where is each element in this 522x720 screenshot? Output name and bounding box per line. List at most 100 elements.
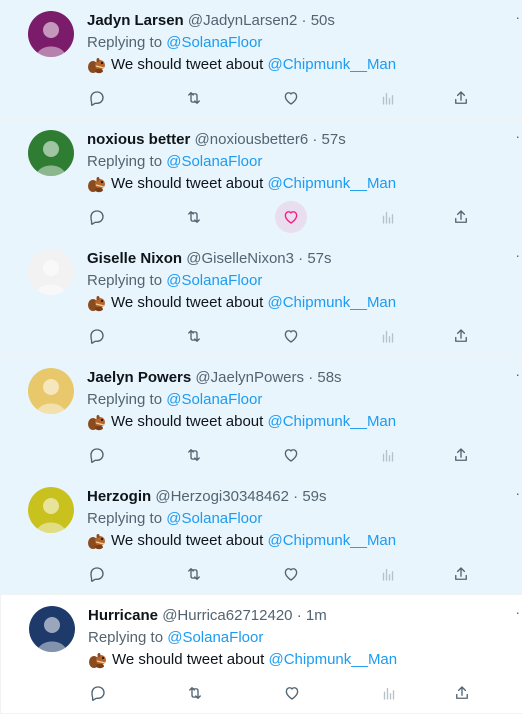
- retweet-button[interactable]: [183, 444, 205, 466]
- tweet-card[interactable]: Jadyn Larsen @JadynLarsen2 · 50s Replyin…: [0, 0, 522, 119]
- views-button[interactable]: [377, 206, 399, 228]
- timestamp[interactable]: 57s: [307, 250, 331, 267]
- share-button[interactable]: [450, 444, 472, 466]
- user-handle[interactable]: @JadynLarsen2: [188, 12, 297, 29]
- share-icon: [455, 91, 467, 104]
- tweet-actions: [86, 563, 471, 585]
- like-button[interactable]: [280, 87, 302, 109]
- replying-to-link[interactable]: @SolanaFloor: [166, 153, 262, 170]
- timestamp[interactable]: 58s: [317, 369, 341, 386]
- replying-to-link[interactable]: @SolanaFloor: [167, 629, 263, 646]
- mention-link[interactable]: @Chipmunk__Man: [268, 292, 397, 314]
- like-button[interactable]: [280, 563, 302, 585]
- avatar[interactable]: [28, 368, 74, 414]
- share-button[interactable]: [450, 563, 472, 585]
- views-chart-icon: [382, 568, 394, 581]
- user-handle[interactable]: @JaelynPowers: [195, 369, 304, 386]
- share-icon: [455, 448, 467, 461]
- separator-dot: ·: [301, 12, 307, 29]
- timestamp[interactable]: 50s: [311, 12, 335, 29]
- user-handle[interactable]: @GiselleNixon3: [186, 250, 294, 267]
- more-icon[interactable]: ·: [515, 367, 520, 381]
- tweet-body-text: We should tweet about: [111, 56, 264, 73]
- replying-to-link[interactable]: @SolanaFloor: [166, 510, 262, 527]
- retweet-button[interactable]: [183, 206, 205, 228]
- mention-link[interactable]: @Chipmunk__Man: [269, 649, 398, 671]
- timestamp[interactable]: 1m: [306, 607, 327, 624]
- tweet-actions: [87, 682, 472, 704]
- views-chart-icon: [382, 449, 394, 462]
- replying-to-link[interactable]: @SolanaFloor: [166, 272, 262, 289]
- display-name[interactable]: Jadyn Larsen: [87, 12, 184, 29]
- retweet-button[interactable]: [183, 87, 205, 109]
- tweet-card[interactable]: Giselle Nixon @GiselleNixon3 · 57s Reply…: [0, 238, 522, 357]
- reply-button[interactable]: [86, 563, 108, 585]
- tweet-content: Jadyn Larsen @JadynLarsen2 · 50s Replyin…: [87, 10, 502, 76]
- views-button[interactable]: [377, 563, 399, 585]
- retweet-button[interactable]: [183, 563, 205, 585]
- user-handle[interactable]: @noxiousbetter6: [195, 131, 309, 148]
- heart-icon: [284, 92, 298, 105]
- display-name[interactable]: Herzogin: [87, 488, 151, 505]
- display-name[interactable]: noxious better: [87, 131, 190, 148]
- avatar[interactable]: [28, 130, 74, 176]
- views-button[interactable]: [377, 87, 399, 109]
- reply-button[interactable]: [86, 206, 108, 228]
- like-button[interactable]: [280, 444, 302, 466]
- chipmunk-emoji-icon: [87, 294, 107, 312]
- avatar[interactable]: [29, 606, 75, 652]
- views-button[interactable]: [378, 682, 400, 704]
- avatar-image: [28, 249, 74, 295]
- tweet-card[interactable]: Jaelyn Powers @JaelynPowers · 58s Replyi…: [0, 357, 522, 476]
- like-button[interactable]: [281, 682, 303, 704]
- mention-link[interactable]: @Chipmunk__Man: [268, 411, 397, 433]
- reply-button[interactable]: [86, 87, 108, 109]
- more-icon[interactable]: ·: [515, 10, 520, 24]
- more-icon[interactable]: ·: [515, 605, 520, 619]
- views-button[interactable]: [377, 325, 399, 347]
- display-name[interactable]: Jaelyn Powers: [87, 369, 191, 386]
- heart-icon: [285, 687, 299, 700]
- avatar[interactable]: [28, 249, 74, 295]
- timestamp[interactable]: 59s: [302, 488, 326, 505]
- retweet-button[interactable]: [184, 682, 206, 704]
- tweet-actions: [86, 444, 471, 466]
- share-button[interactable]: [450, 206, 472, 228]
- user-handle[interactable]: @Herzogi30348462: [155, 488, 289, 505]
- share-button[interactable]: [450, 87, 472, 109]
- avatar[interactable]: [28, 487, 74, 533]
- heart-icon: [284, 330, 298, 343]
- reply-button[interactable]: [86, 444, 108, 466]
- views-button[interactable]: [377, 444, 399, 466]
- reply-button[interactable]: [87, 682, 109, 704]
- like-button[interactable]: [280, 325, 302, 347]
- separator-dot: ·: [308, 369, 314, 386]
- display-name[interactable]: Hurricane: [88, 607, 158, 624]
- user-handle[interactable]: @Hurrica62712420: [162, 607, 292, 624]
- replying-to-link[interactable]: @SolanaFloor: [166, 34, 262, 51]
- reply-icon: [90, 91, 104, 106]
- tweet-text: We should tweet about @Chipmunk__Man: [87, 292, 502, 314]
- share-button[interactable]: [450, 325, 472, 347]
- timestamp[interactable]: 57s: [322, 131, 346, 148]
- tweet-card[interactable]: Herzogin @Herzogi30348462 · 59s Replying…: [0, 476, 522, 595]
- tweet-card[interactable]: noxious better @noxiousbetter6 · 57s Rep…: [0, 119, 522, 238]
- mention-link[interactable]: @Chipmunk__Man: [268, 54, 397, 76]
- share-button[interactable]: [451, 682, 473, 704]
- like-button[interactable]: [275, 201, 307, 233]
- more-icon[interactable]: ·: [515, 486, 520, 500]
- more-icon[interactable]: ·: [515, 129, 520, 143]
- avatar[interactable]: [28, 11, 74, 57]
- display-name[interactable]: Giselle Nixon: [87, 250, 182, 267]
- tweet-card[interactable]: Hurricane @Hurrica62712420 · 1m Replying…: [0, 595, 522, 714]
- reply-icon: [90, 210, 104, 225]
- replying-to-label: Replying to: [87, 391, 163, 408]
- retweet-button[interactable]: [183, 325, 205, 347]
- more-icon[interactable]: ·: [515, 248, 520, 262]
- reply-button[interactable]: [86, 325, 108, 347]
- tweet-header: Jadyn Larsen @JadynLarsen2 · 50s: [87, 10, 502, 32]
- views-chart-icon: [383, 687, 395, 700]
- mention-link[interactable]: @Chipmunk__Man: [268, 530, 397, 552]
- replying-to-link[interactable]: @SolanaFloor: [166, 391, 262, 408]
- mention-link[interactable]: @Chipmunk__Man: [268, 173, 397, 195]
